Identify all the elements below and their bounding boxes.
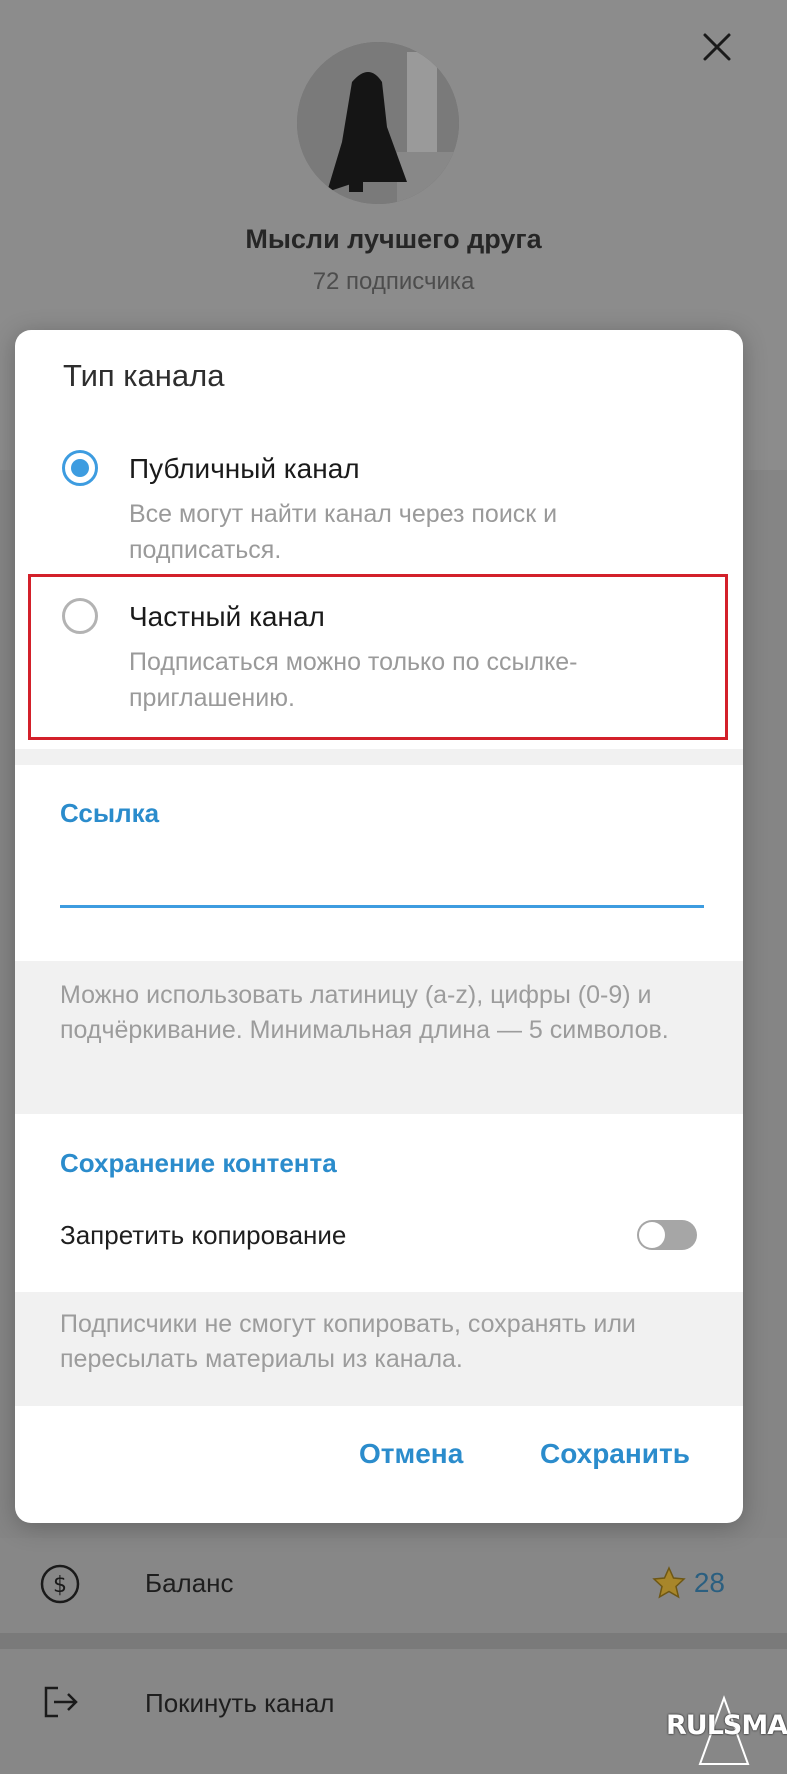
link-input[interactable] — [60, 855, 704, 908]
balance-amount: 28 — [693, 1567, 725, 1598]
avatar — [297, 42, 459, 204]
balance-value: 28 — [652, 1566, 725, 1600]
dollar-icon: $ — [38, 1562, 82, 1606]
channel-name: Мысли лучшего друга — [245, 224, 542, 254]
highlight-frame — [28, 574, 728, 740]
dialog-title: Тип канала — [63, 358, 225, 393]
subscriber-count: 72 подписчика — [312, 268, 475, 295]
channel-type-dialog: Тип канала Публичный канал Все могут най… — [15, 330, 743, 1523]
close-icon[interactable] — [700, 30, 734, 64]
radio-public[interactable] — [62, 450, 98, 486]
link-help-text: Можно использовать латиницу (a-z), цифры… — [60, 981, 669, 1044]
leave-channel-label: Покинуть канал — [145, 1688, 335, 1718]
content-heading: Сохранение контента — [60, 1148, 337, 1178]
toggle-knob — [639, 1222, 665, 1248]
svg-text:$: $ — [53, 1573, 67, 1598]
watermark-text: RULSMART — [666, 1710, 787, 1741]
option-public-channel[interactable]: Публичный канал Все могут найти канал че… — [15, 450, 743, 570]
divider — [0, 1633, 787, 1649]
option-description: Все могут найти канал через поиск и подп… — [129, 500, 558, 564]
option-label: Публичный канал — [129, 453, 360, 484]
balance-label: Баланс — [145, 1568, 234, 1598]
restrict-copy-label[interactable]: Запретить копирование — [60, 1220, 346, 1251]
content-help-text: Подписчики не смогут копировать, сохраня… — [60, 1310, 636, 1373]
save-button[interactable]: Сохранить — [540, 1438, 690, 1470]
cancel-button[interactable]: Отмена — [359, 1438, 463, 1470]
section-separator — [15, 749, 743, 765]
exit-icon — [38, 1680, 82, 1724]
restrict-copy-toggle[interactable] — [637, 1220, 697, 1250]
star-icon — [652, 1566, 686, 1599]
link-heading: Ссылка — [60, 798, 160, 828]
